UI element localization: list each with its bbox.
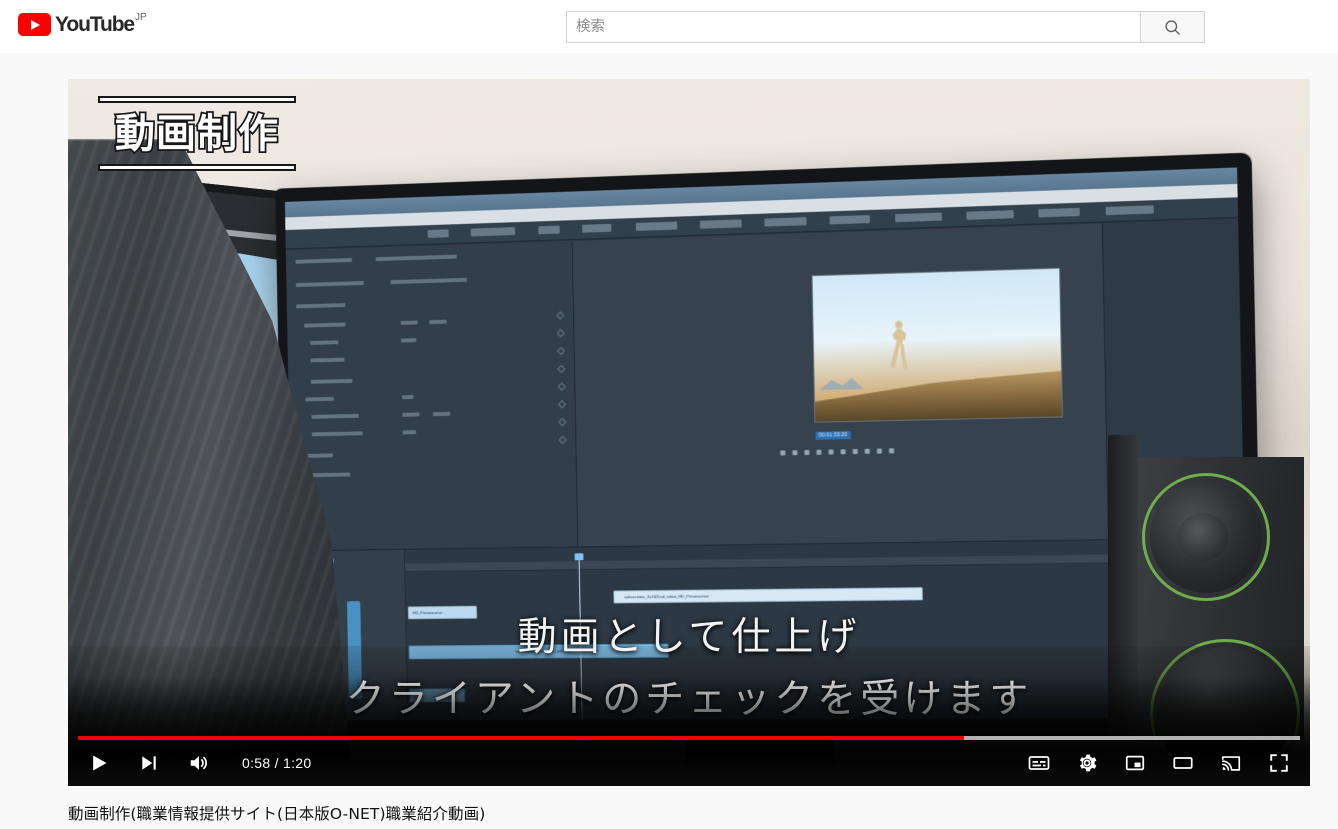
- title-card-text: 動画制作: [98, 110, 296, 158]
- program-transport-controls: [780, 449, 894, 456]
- next-track-icon: [139, 753, 159, 773]
- player-controls-right: [1026, 750, 1310, 776]
- search-input[interactable]: [566, 11, 1141, 43]
- play-icon: [89, 753, 109, 773]
- fullscreen-icon: [1268, 752, 1290, 774]
- program-timecode: 00:01:33:20: [815, 431, 850, 440]
- effect-controls-panel: [286, 241, 579, 550]
- title-card-bar-bottom: [98, 164, 296, 171]
- cast-button[interactable]: [1218, 750, 1244, 776]
- next-button[interactable]: [136, 750, 162, 776]
- video-overlay-title-card: 動画制作: [98, 96, 296, 171]
- miniplayer-button[interactable]: [1122, 750, 1148, 776]
- video-player[interactable]: 00:01:33:20 00:01:33:20 subse: [68, 79, 1310, 786]
- time-display: 0:58 / 1:20: [242, 755, 311, 771]
- program-preview: [813, 269, 1062, 422]
- editing-software-screen: 00:01:33:20 00:01:33:20 subse: [285, 167, 1248, 720]
- gear-icon: [1076, 752, 1098, 774]
- youtube-logo-country: JP: [135, 13, 147, 23]
- player-control-row: 0:58 / 1:20: [68, 740, 1310, 786]
- program-monitor-panel: 00:01:33:20: [573, 223, 1108, 546]
- search-button[interactable]: [1141, 11, 1205, 43]
- subtitles-button[interactable]: [1026, 750, 1052, 776]
- cast-icon: [1220, 752, 1242, 774]
- youtube-logo[interactable]: YouTube JP: [18, 13, 147, 36]
- volume-icon: [188, 752, 210, 774]
- fullscreen-button[interactable]: [1266, 750, 1292, 776]
- search-icon: [1163, 18, 1182, 37]
- player-controls-left: 0:58 / 1:20: [68, 750, 311, 776]
- youtube-play-icon: [18, 13, 51, 36]
- page-title[interactable]: 動画制作(職業情報提供サイト(日本版O-NET)職業紹介動画): [68, 802, 485, 824]
- theater-mode-icon: [1172, 752, 1194, 774]
- runner-silhouette: [887, 318, 910, 383]
- title-card-bar-top: [98, 96, 296, 103]
- volume-button[interactable]: [186, 750, 212, 776]
- miniplayer-icon: [1124, 752, 1146, 774]
- theater-button[interactable]: [1170, 750, 1196, 776]
- youtube-logo-text: YouTube: [55, 13, 134, 36]
- play-button[interactable]: [86, 750, 112, 776]
- youtube-header: YouTube JP: [0, 0, 1338, 53]
- closed-captions-icon: [1027, 751, 1051, 775]
- search-area: [566, 11, 1205, 43]
- settings-button[interactable]: [1074, 750, 1100, 776]
